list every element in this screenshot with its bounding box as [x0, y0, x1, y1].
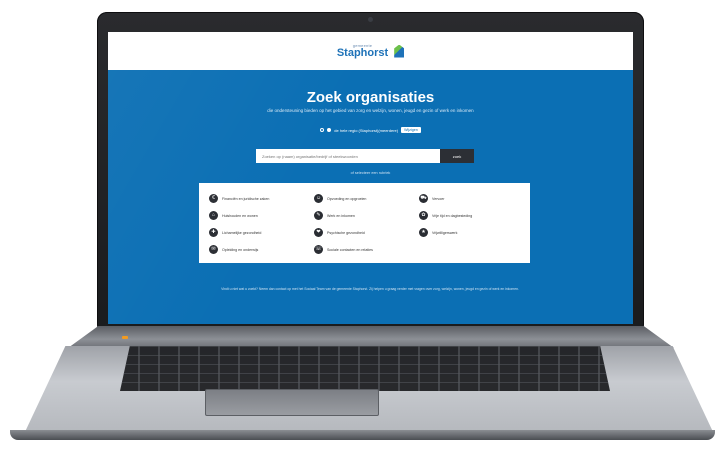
- logo-mark-icon: [394, 44, 405, 58]
- category-label: Opleiding en onderwijs: [222, 247, 259, 252]
- category-item[interactable]: ❤ Psychische gezondheid: [314, 227, 419, 238]
- search-input[interactable]: [256, 149, 440, 163]
- region-selector: de hele regio (Staphorst)(meerdere) Wijz…: [108, 127, 633, 133]
- region-change-button[interactable]: Wijzigen: [401, 127, 421, 133]
- category-label: Werk en inkomen: [327, 213, 355, 218]
- category-label: Lichamelijke gezondheid: [222, 230, 262, 235]
- category-label: Huishouden en wonen: [222, 213, 258, 218]
- health-icon: ✚: [209, 228, 218, 237]
- category-item[interactable]: ☏ Sociale contacten en relaties: [314, 244, 419, 255]
- category-label: Vrije tijd en dagbesteding: [432, 213, 473, 218]
- category-item[interactable]: ⌂ Huishouden en wonen: [209, 210, 314, 221]
- category-item[interactable]: € Financiën en juridische zaken: [209, 193, 314, 204]
- volunteer-icon: ★: [419, 228, 428, 237]
- category-item[interactable]: ✎ Werk en inkomen: [314, 210, 419, 221]
- category-label: Financiën en juridische zaken: [222, 196, 270, 201]
- category-item[interactable]: ✉ Opleiding en onderwijs: [209, 244, 314, 255]
- laptop-screen: gemeente Staphorst Zoek organisaties die…: [108, 32, 633, 324]
- category-item[interactable]: ★ Vrijwilligerswerk: [419, 227, 524, 238]
- search-button[interactable]: zoek: [440, 149, 474, 163]
- power-led: [122, 336, 128, 339]
- category-panel: € Financiën en juridische zaken ☺ Opvoeding…: [199, 183, 530, 263]
- site-header: gemeente Staphorst: [108, 32, 633, 70]
- category-label: Sociale contacten en relaties: [327, 247, 373, 252]
- leisure-icon: ✿: [419, 211, 428, 220]
- footer-text: Vindt u niet wat u zoekt? Neem dan conta…: [221, 287, 519, 291]
- family-icon: ☺: [314, 194, 323, 203]
- region-radio-2[interactable]: [327, 128, 332, 132]
- category-label: Psychische gezondheid: [327, 230, 365, 235]
- logo-big-text: Staphorst: [336, 46, 389, 59]
- laptop-hinge: [68, 326, 674, 348]
- money-icon: €: [209, 194, 218, 203]
- logo[interactable]: gemeente Staphorst: [336, 43, 389, 59]
- touchpad[interactable]: [205, 389, 379, 416]
- search-bar: zoek: [256, 149, 474, 163]
- category-label: Vrijwilligerswerk: [432, 230, 458, 235]
- transport-icon: ⛟: [419, 194, 428, 203]
- page-subtitle: die ondersteuning bieden op het gebied v…: [267, 108, 474, 113]
- webcam: [368, 17, 373, 22]
- education-icon: ✉: [209, 245, 218, 254]
- page-title: Zoek organisaties: [306, 89, 435, 106]
- social-icon: ☏: [314, 245, 323, 254]
- category-label: Vervoer: [432, 196, 445, 201]
- category-item[interactable]: ✿ Vrije tijd en dagbesteding: [419, 210, 524, 221]
- category-item[interactable]: ✚ Lichamelijke gezondheid: [209, 227, 314, 238]
- category-item[interactable]: ⛟ Vervoer: [419, 193, 524, 204]
- category-label: Opvoeding en opgroeien: [327, 196, 367, 201]
- work-icon: ✎: [314, 211, 323, 220]
- mental-icon: ❤: [314, 228, 323, 237]
- region-label: de hele regio (Staphorst)(meerdere): [334, 127, 399, 133]
- region-radio-1[interactable]: [320, 128, 325, 132]
- select-category-link[interactable]: of selecteer een rubriek: [108, 171, 633, 175]
- category-item[interactable]: ☺ Opvoeding en opgroeien: [314, 193, 419, 204]
- laptop-front-edge: [10, 430, 715, 440]
- category-grid: € Financiën en juridische zaken ☺ Opvoeding…: [209, 193, 527, 255]
- keyboard-rows: [120, 346, 610, 391]
- home-icon: ⌂: [209, 211, 218, 220]
